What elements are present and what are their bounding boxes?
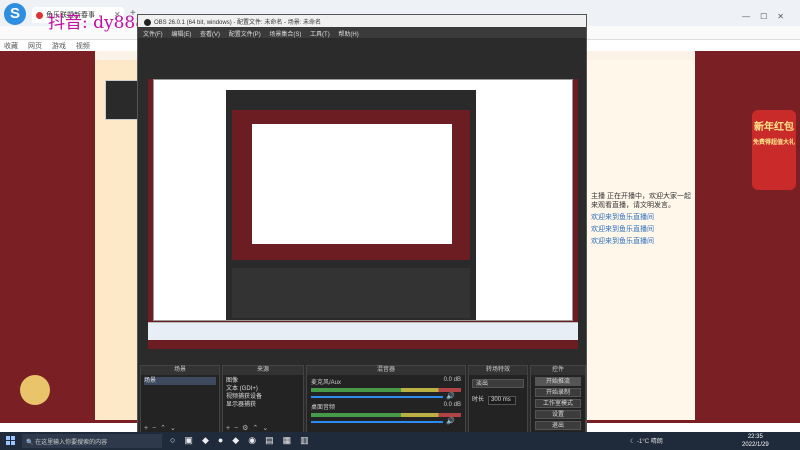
mixer-channel-name: 桌面音频 [311, 405, 336, 411]
start-streaming-button[interactable]: 开始推流 [535, 377, 581, 386]
menu-view[interactable]: 查看(V) [200, 32, 220, 38]
obs-menubar: 文件(F) 编辑(E) 查看(V) 配置文件(P) 场景集合(S) 工具(T) … [138, 27, 586, 38]
chat-message: 主播 正在开播中，欢迎大家一起来观看直播，请文明发言。 [591, 193, 691, 209]
mixer-channel: 桌面音频 0.0 dB 🔊 [311, 402, 461, 425]
clock-date: 2022/1/29 [742, 442, 769, 448]
obs-window: OBS 26.0.1 (64 bit, windows) - 配置文件: 未命名… [137, 14, 588, 435]
start-icon[interactable] [6, 436, 16, 446]
sources-dock-title: 来源 [223, 366, 303, 375]
chat-panel: 主播 正在开播中，欢迎大家一起来观看直播，请文明发言。 欢迎来到鱼乐直播间 欢迎… [587, 60, 695, 420]
sources-dock: 来源 图像 文本 (GDI+) 视频捕获设备 显示器捕获 +−⚙⌃⌄ [222, 365, 304, 435]
preview-capture [148, 79, 578, 349]
obs-docks: 场景 场景 +−⌃⌄ 来源 图像 文本 (GDI+) 视频捕获设备 显示器捕获 … [138, 365, 588, 435]
volume-meter [311, 413, 461, 417]
volume-meter [311, 388, 461, 392]
scenes-dock: 场景 场景 +−⌃⌄ [140, 365, 220, 435]
mixer-channel: 麦克风/Aux 0.0 dB 🔊 [311, 377, 461, 400]
badge-subtitle: 免费得超值大礼 [752, 140, 795, 146]
controls-dock: 控件 开始推流 开始录制 工作室模式 设置 退出 [530, 365, 586, 435]
transition-duration: 时长 300 ms [472, 394, 524, 405]
mixer-dock: 混音器 麦克风/Aux 0.0 dB 🔊 桌面音频 0.0 dB 🔊 [306, 365, 466, 435]
controls-dock-title: 控件 [531, 366, 585, 375]
browser-logo-icon[interactable]: S [4, 3, 26, 25]
obs-titlebar: OBS 26.0.1 (64 bit, windows) - 配置文件: 未命名… [138, 15, 586, 27]
chat-link[interactable]: 欢迎来到鱼乐直播间 [591, 224, 691, 234]
speaker-icon[interactable]: 🔊 [446, 393, 455, 400]
mixer-channel-db: 0.0 dB [443, 377, 461, 383]
weather-text: -1°C 晴朗 [637, 439, 663, 445]
menu-tools[interactable]: 工具(T) [310, 32, 330, 38]
scenes-dock-title: 场景 [141, 366, 219, 375]
volume-slider[interactable] [311, 421, 443, 423]
taskbar-clock[interactable]: 22:35 2022/1/29 [742, 433, 769, 449]
start-recording-button[interactable]: 开始录制 [535, 388, 581, 397]
menu-profile[interactable]: 配置文件(P) [229, 32, 261, 38]
scene-item[interactable]: 场景 [144, 377, 216, 385]
nested-inner-capture [252, 124, 452, 244]
sources-toolbar[interactable]: +−⚙⌃⌄ [226, 424, 272, 432]
menu-scene-collection[interactable]: 场景集合(S) [269, 32, 301, 38]
nested-taskbar [148, 322, 578, 340]
source-item[interactable]: 显示器捕获 [226, 401, 300, 409]
speaker-icon[interactable]: 🔊 [446, 418, 455, 425]
system-tray[interactable]: ☾ -1°C 晴朗 [630, 436, 663, 445]
nested-browser [153, 79, 573, 321]
mixer-dock-title: 混音器 [307, 366, 465, 375]
obs-logo-icon [144, 18, 151, 26]
red-packet-badge[interactable]: 新年红包 免费得超值大礼 [752, 110, 796, 190]
menu-help[interactable]: 帮助(H) [338, 32, 358, 38]
scenes-toolbar[interactable]: +−⌃⌄ [144, 424, 180, 432]
browser-window-controls[interactable]: —☐✕ [742, 12, 794, 21]
search-placeholder: 在这里输入你要搜索的内容 [35, 440, 108, 446]
bookmark-item[interactable]: 网页 [28, 43, 42, 50]
tab-favicon-icon [36, 11, 43, 19]
menu-edit[interactable]: 编辑(E) [171, 32, 191, 38]
transition-select[interactable]: 淡出 [472, 379, 524, 388]
taskbar-app-icons[interactable]: ○▣◆●◆◉▤▦▥ [170, 435, 318, 446]
chat-link[interactable]: 欢迎来到鱼乐直播间 [591, 236, 691, 246]
clock-time: 22:35 [747, 434, 763, 440]
nested-obs-window [226, 90, 476, 320]
bookmark-item[interactable]: 视频 [76, 43, 90, 50]
chat-link[interactable]: 欢迎来到鱼乐直播间 [591, 212, 691, 222]
source-item[interactable]: 视频捕获设备 [226, 393, 300, 401]
studio-mode-button[interactable]: 工作室模式 [535, 399, 581, 408]
streamer-avatar[interactable] [105, 80, 139, 120]
settings-button[interactable]: 设置 [535, 410, 581, 419]
menu-file[interactable]: 文件(F) [143, 32, 163, 38]
source-item[interactable]: 图像 [226, 377, 300, 385]
source-item[interactable]: 文本 (GDI+) [226, 385, 300, 393]
transitions-dock-title: 转场特效 [469, 366, 527, 375]
badge-title: 新年红包 [754, 122, 794, 133]
duration-input[interactable]: 300 ms [488, 396, 517, 405]
duration-label: 时长 [472, 397, 485, 403]
bookmark-item[interactable]: 游戏 [52, 43, 66, 50]
bookmark-item[interactable]: 收藏 [4, 43, 18, 50]
obs-title-text: OBS 26.0.1 (64 bit, windows) - 配置文件: 未命名… [154, 20, 322, 26]
obs-preview[interactable] [148, 79, 578, 349]
nested-preview [232, 110, 470, 260]
volume-slider[interactable] [311, 396, 443, 398]
exit-button[interactable]: 退出 [535, 421, 581, 430]
mixer-channel-db: 0.0 dB [443, 402, 461, 408]
windows-taskbar: 🔍 在这里输入你要搜索的内容 ○▣◆●◆◉▤▦▥ ☾ -1°C 晴朗 22:35… [0, 432, 800, 450]
mixer-channel-name: 麦克风/Aux [311, 380, 342, 386]
taskbar-search[interactable]: 🔍 在这里输入你要搜索的内容 [22, 434, 162, 448]
nested-docks [232, 268, 470, 318]
side-widget-icon[interactable] [20, 375, 50, 405]
transitions-dock: 转场特效 淡出 时长 300 ms [468, 365, 528, 435]
